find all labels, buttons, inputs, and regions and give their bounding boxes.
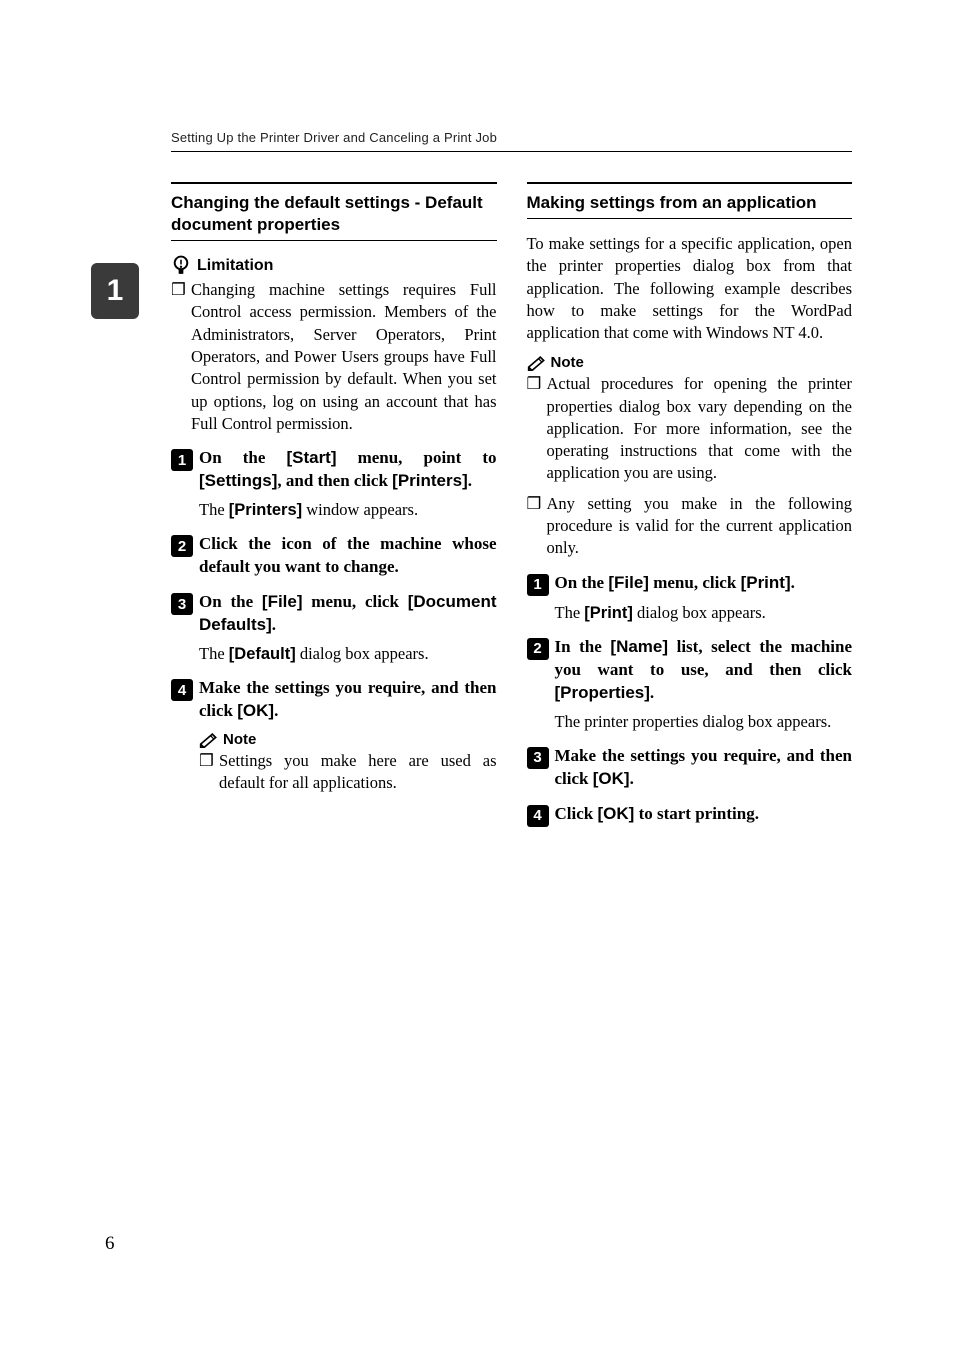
bullet-icon: ❒ [171, 279, 191, 435]
step-head-text: On the [File] menu, click [Print]. [555, 572, 853, 595]
step-head-text: In the [Name] list, select the machine y… [555, 636, 853, 705]
lightbulb-icon [171, 255, 191, 277]
step-body: The printer properties dialog box appear… [555, 711, 853, 733]
step-head-text: Make the settings you require, and then … [555, 745, 853, 791]
page: Setting Up the Printer Driver and Cancel… [0, 0, 954, 1351]
bullet-icon: ❒ [199, 750, 219, 795]
note-list: ❒ Settings you make here are used as def… [199, 750, 497, 795]
right-subheading: Making settings from an application [527, 192, 853, 214]
heading-rule-bottom [171, 240, 497, 241]
step-number-icon: 4 [527, 805, 549, 827]
intro-paragraph: To make settings for a specific applicat… [527, 233, 853, 344]
step-head-text: Click the icon of the machine whose defa… [199, 533, 497, 579]
list-item: ❒ Changing machine settings requires Ful… [171, 279, 497, 435]
step-body: The [Default] dialog box appears. [199, 643, 497, 665]
heading-rule-top [171, 182, 497, 184]
step-3: 3 Make the settings you require, and the… [527, 745, 853, 791]
list-item: ❒ Settings you make here are used as def… [199, 750, 497, 795]
step-4: 4 Click [OK] to start printing. [527, 803, 853, 827]
limitation-label-row: Limitation [171, 255, 497, 277]
limitation-label: Limitation [197, 257, 273, 275]
step-number-icon: 1 [171, 449, 193, 471]
limitation-text: Changing machine settings requires Full … [191, 279, 497, 435]
list-item: ❒ Any setting you make in the following … [527, 493, 853, 560]
left-subheading: Changing the default settings - Default … [171, 192, 497, 236]
note-item-text: Actual procedures for opening the printe… [547, 373, 853, 484]
note-label: Note [223, 731, 256, 748]
note-list: ❒ Actual procedures for opening the prin… [527, 373, 853, 559]
note-block: Note [199, 731, 497, 748]
content-columns: Changing the default settings - Default … [0, 152, 954, 833]
note-item-text: Any setting you make in the following pr… [547, 493, 853, 560]
limitation-list: ❒ Changing machine settings requires Ful… [171, 279, 497, 435]
right-column: Making settings from an application To m… [527, 182, 853, 833]
step-number-icon: 4 [171, 679, 193, 701]
step-2: 2 In the [Name] list, select the machine… [527, 636, 853, 733]
step-4: 4 Make the settings you require, and the… [171, 677, 497, 794]
step-head-text: Click [OK] to start printing. [555, 803, 853, 826]
step-head-text: On the [File] menu, click [Document Defa… [199, 591, 497, 637]
step-number-icon: 1 [527, 574, 549, 596]
step-body: The [Printers] window appears. [199, 499, 497, 521]
step-number-icon: 3 [527, 747, 549, 769]
step-number-icon: 3 [171, 593, 193, 615]
step-head-text: On the [Start] menu, point to [Settings]… [199, 447, 497, 493]
running-head: Setting Up the Printer Driver and Cancel… [0, 0, 954, 151]
step-2: 2 Click the icon of the machine whose de… [171, 533, 497, 579]
heading-rule-top [527, 182, 853, 184]
page-number: 6 [105, 1233, 115, 1255]
note-text: Settings you make here are used as defau… [219, 750, 497, 795]
step-1: 1 On the [Start] menu, point to [Setting… [171, 447, 497, 521]
bullet-icon: ❒ [527, 373, 547, 484]
chapter-tab: 1 [91, 263, 139, 319]
step-number-icon: 2 [527, 638, 549, 660]
heading-rule-bottom [527, 218, 853, 219]
step-body: The [Print] dialog box appears. [555, 602, 853, 624]
step-number-icon: 2 [171, 535, 193, 557]
left-column: Changing the default settings - Default … [171, 182, 497, 833]
step-head-text: Make the settings you require, and then … [199, 677, 497, 723]
step-3: 3 On the [File] menu, click [Document De… [171, 591, 497, 665]
step-1: 1 On the [File] menu, click [Print]. The… [527, 572, 853, 624]
note-head: Note [527, 354, 853, 371]
note-label: Note [551, 354, 584, 371]
pencil-icon [199, 732, 219, 748]
list-item: ❒ Actual procedures for opening the prin… [527, 373, 853, 484]
pencil-icon [527, 355, 547, 371]
bullet-icon: ❒ [527, 493, 547, 560]
